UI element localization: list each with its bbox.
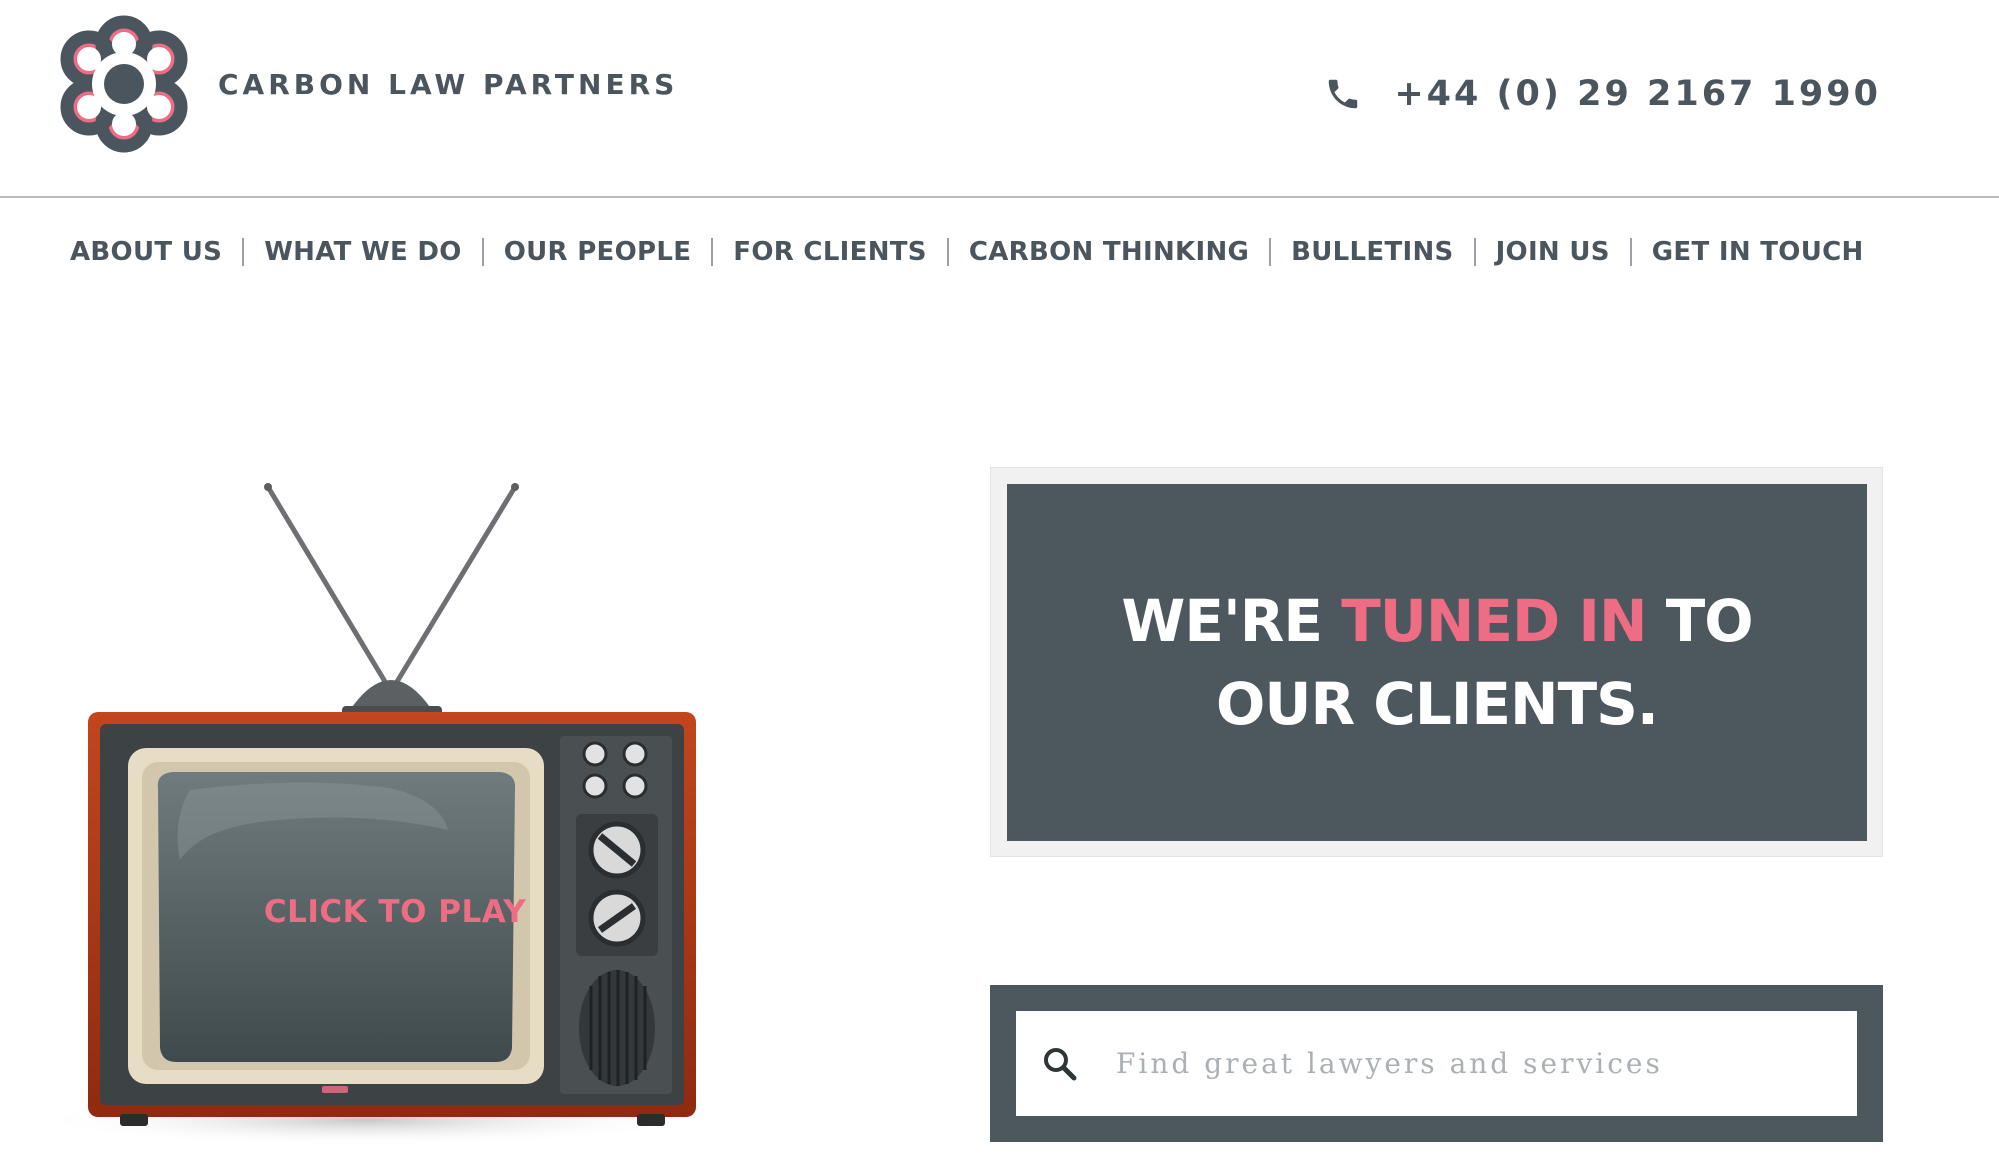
- tagline-box: WE'RE TUNED IN TO OUR CLIENTS.: [1007, 484, 1867, 841]
- nav-item-what-we-do[interactable]: WHAT WE DO: [264, 237, 462, 267]
- tagline-highlight: TUNED IN: [1341, 586, 1647, 655]
- tagline-frame: WE'RE TUNED IN TO OUR CLIENTS.: [990, 467, 1883, 857]
- nav-divider: [711, 238, 714, 266]
- tagline-line2: OUR CLIENTS.: [1216, 669, 1659, 738]
- main-nav: ABOUT US WHAT WE DO OUR PEOPLE FOR CLIEN…: [70, 237, 1864, 267]
- nav-item-join-us[interactable]: JOIN US: [1496, 237, 1610, 267]
- nav-item-carbon-thinking[interactable]: CARBON THINKING: [969, 237, 1249, 267]
- nav-divider: [481, 238, 484, 266]
- site-header: CARBON LAW PARTNERS +44 (0) 29 2167 1990: [0, 0, 1999, 198]
- nav-item-get-in-touch[interactable]: GET IN TOUCH: [1652, 237, 1864, 267]
- logo-link[interactable]: [44, 12, 204, 162]
- nav-item-our-people[interactable]: OUR PEOPLE: [504, 237, 692, 267]
- nav-item-bulletins[interactable]: BULLETINS: [1291, 237, 1453, 267]
- tagline-part1: WE'RE: [1121, 586, 1342, 655]
- phone-number: +44 (0) 29 2167 1990: [1394, 74, 1881, 114]
- brand-name: CARBON LAW PARTNERS: [218, 68, 679, 101]
- nav-divider: [1269, 238, 1272, 266]
- nav-divider: [242, 238, 245, 266]
- nav-divider: [946, 238, 949, 266]
- search-icon[interactable]: [1040, 1044, 1080, 1084]
- retro-tv-illustration: [35, 483, 696, 1146]
- tagline-part2: TO: [1646, 586, 1754, 655]
- nav-divider: [1629, 238, 1632, 266]
- nav-divider: [1473, 238, 1476, 266]
- phone-icon: [1329, 79, 1358, 109]
- search-panel: [990, 985, 1883, 1142]
- search-input[interactable]: [1113, 1032, 1857, 1095]
- flower-logo-icon: [60, 15, 188, 153]
- nav-item-for-clients[interactable]: FOR CLIENTS: [733, 237, 927, 267]
- tagline-heading: WE'RE TUNED IN TO OUR CLIENTS.: [1121, 580, 1754, 746]
- nav-item-about-us[interactable]: ABOUT US: [70, 237, 222, 267]
- phone-contact[interactable]: +44 (0) 29 2167 1990: [1324, 74, 1881, 114]
- video-player[interactable]: CLICK TO PLAY: [35, 470, 780, 1150]
- search-box[interactable]: [1016, 1011, 1857, 1116]
- click-to-play-button[interactable]: CLICK TO PLAY: [210, 894, 580, 930]
